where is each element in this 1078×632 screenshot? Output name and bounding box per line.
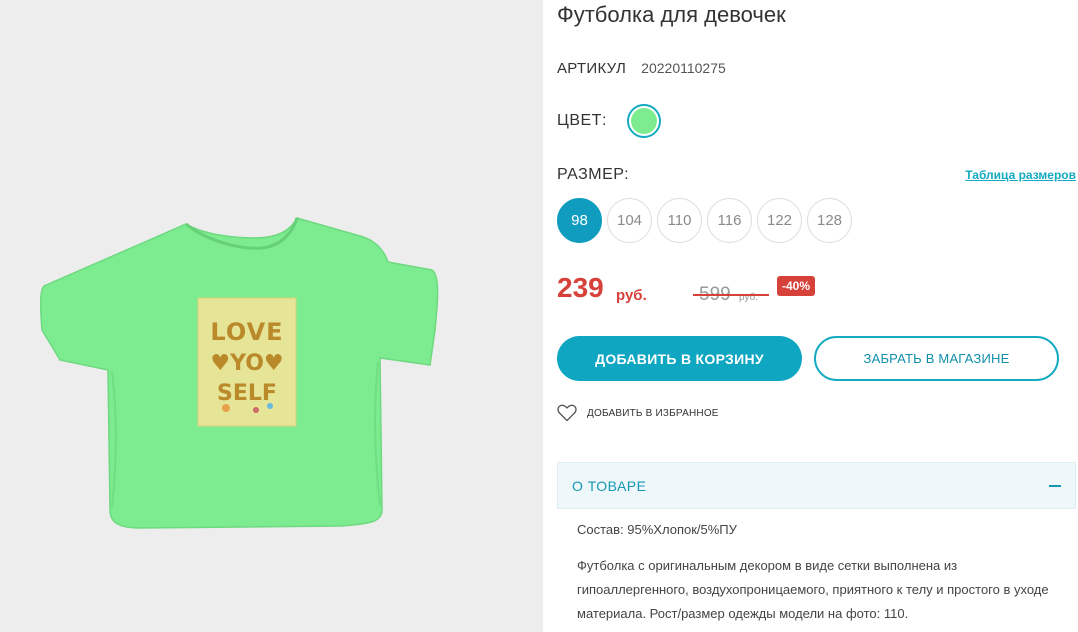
- price-old: 599 руб.: [693, 284, 769, 305]
- sku-value: 20220110275: [641, 60, 726, 76]
- price-currency: руб.: [616, 287, 647, 304]
- about-product-accordion[interactable]: О ТОВАРЕ: [557, 462, 1076, 509]
- size-option-128[interactable]: 128: [807, 198, 852, 243]
- size-label: РАЗМЕР:: [557, 166, 630, 183]
- price-current: 239: [557, 272, 604, 303]
- product-title: Футболка для девочек: [557, 2, 786, 27]
- size-header: РАЗМЕР: Таблица размеров: [557, 166, 1076, 186]
- add-to-favorites[interactable]: ДОБАВИТЬ В ИЗБРАННОЕ: [557, 404, 719, 422]
- color-label: ЦВЕТ:: [557, 112, 607, 129]
- accordion-title: О ТОВАРЕ: [572, 477, 647, 494]
- favorites-label: ДОБАВИТЬ В ИЗБРАННОЕ: [587, 407, 719, 419]
- sku-label: АРТИКУЛ: [557, 60, 627, 77]
- svg-text:LOVE: LOVE: [210, 318, 283, 346]
- color-selector: ЦВЕТ:: [557, 104, 661, 138]
- heart-icon: [557, 404, 577, 422]
- color-swatch-selected[interactable]: [626, 104, 661, 138]
- svg-text:SELF: SELF: [217, 381, 277, 406]
- size-option-122[interactable]: 122: [757, 198, 802, 243]
- sku: АРТИКУЛ 20220110275: [557, 60, 726, 77]
- size-option-116[interactable]: 116: [707, 198, 752, 243]
- description-text: Футболка с оригинальным декором в виде с…: [577, 558, 1049, 621]
- minus-icon[interactable]: [1049, 484, 1061, 487]
- strikethrough-line: [693, 294, 769, 296]
- size-option-110[interactable]: 110: [657, 198, 702, 243]
- product-info: Футболка для девочек АРТИКУЛ 20220110275…: [557, 0, 1078, 632]
- product-details: Состав: 95%Хлопок/5%ПУ Футболка с оригин…: [577, 520, 1057, 626]
- pickup-in-store-button[interactable]: ЗАБРАТЬ В МАГАЗИНЕ: [814, 336, 1059, 381]
- price-block: 239 руб. 599 руб. -40%: [557, 272, 857, 312]
- svg-text:♥YO♥: ♥YO♥: [210, 351, 283, 376]
- discount-badge: -40%: [777, 276, 816, 296]
- tshirt-image: LOVE ♥YO♥ SELF: [39, 217, 439, 529]
- size-options: 98 104 110 116 122 128: [557, 198, 852, 243]
- product-image-area[interactable]: LOVE ♥YO♥ SELF: [0, 0, 543, 632]
- color-swatch-fill: [630, 108, 657, 134]
- composition-text: Состав: 95%Хлопок/5%ПУ: [577, 522, 737, 537]
- size-option-98[interactable]: 98: [557, 198, 602, 243]
- size-table-link[interactable]: Таблица размеров: [965, 168, 1076, 182]
- add-to-cart-button[interactable]: ДОБАВИТЬ В КОРЗИНУ: [557, 336, 802, 381]
- size-option-104[interactable]: 104: [607, 198, 652, 243]
